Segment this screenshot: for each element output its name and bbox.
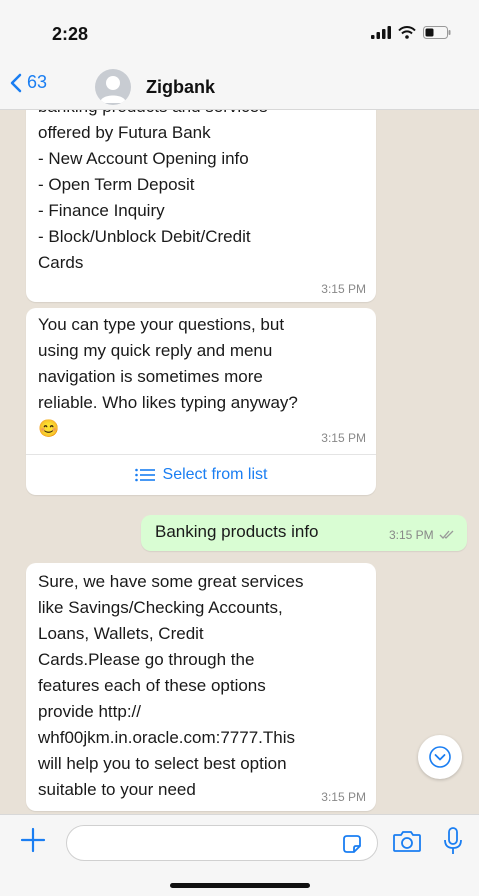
message-text: You can type your questions, but using m…	[38, 315, 298, 438]
incoming-message: banking products and services offered by…	[26, 110, 376, 302]
signal-icon	[371, 26, 391, 39]
outgoing-message: Banking products info 3:15 PM	[141, 515, 467, 551]
double-check-icon	[439, 530, 454, 539]
message-time: 3:15 PM	[321, 431, 366, 445]
battery-icon	[423, 26, 451, 39]
message-text: Sure, we have some great services like S…	[38, 572, 304, 799]
message-time: 3:15 PM	[321, 790, 366, 804]
status-bar: 2:28	[0, 0, 479, 62]
chevron-down-circle-icon	[429, 746, 451, 768]
sticker-icon[interactable]	[341, 833, 363, 855]
chevron-left-icon	[10, 73, 22, 92]
message-time-text: 3:15 PM	[388, 528, 434, 542]
wifi-icon	[398, 26, 416, 39]
camera-button[interactable]	[392, 829, 422, 858]
message-time: 3:15 PM	[321, 282, 366, 296]
select-from-list-button[interactable]: Select from list	[26, 455, 376, 495]
plus-icon	[20, 827, 46, 853]
chat-area: banking products and services offered by…	[0, 110, 479, 814]
message-text: Banking products info	[155, 522, 319, 541]
chat-header: 63 Zigbank	[0, 62, 479, 110]
microphone-icon	[444, 827, 462, 854]
input-bar	[0, 814, 479, 896]
message-text: banking products and services offered by…	[38, 110, 268, 272]
camera-icon	[393, 831, 421, 852]
contact-name[interactable]: Zigbank	[146, 77, 215, 98]
incoming-message: You can type your questions, but using m…	[26, 308, 376, 495]
status-time: 2:28	[52, 24, 89, 44]
scroll-down-button[interactable]	[418, 735, 462, 779]
person-icon	[100, 76, 126, 103]
message-input[interactable]	[66, 825, 378, 861]
system-icons	[371, 26, 451, 39]
incoming-message: Sure, we have some great services like S…	[26, 563, 376, 811]
back-button[interactable]: 63	[10, 72, 47, 93]
home-indicator	[170, 883, 310, 888]
attach-button[interactable]	[20, 827, 46, 858]
back-count: 63	[27, 72, 48, 92]
message-time: 3:15 PM	[389, 528, 455, 542]
select-from-list-label: Select from list	[162, 466, 268, 483]
avatar[interactable]	[95, 69, 131, 105]
microphone-button[interactable]	[441, 826, 465, 861]
list-icon	[134, 468, 155, 482]
